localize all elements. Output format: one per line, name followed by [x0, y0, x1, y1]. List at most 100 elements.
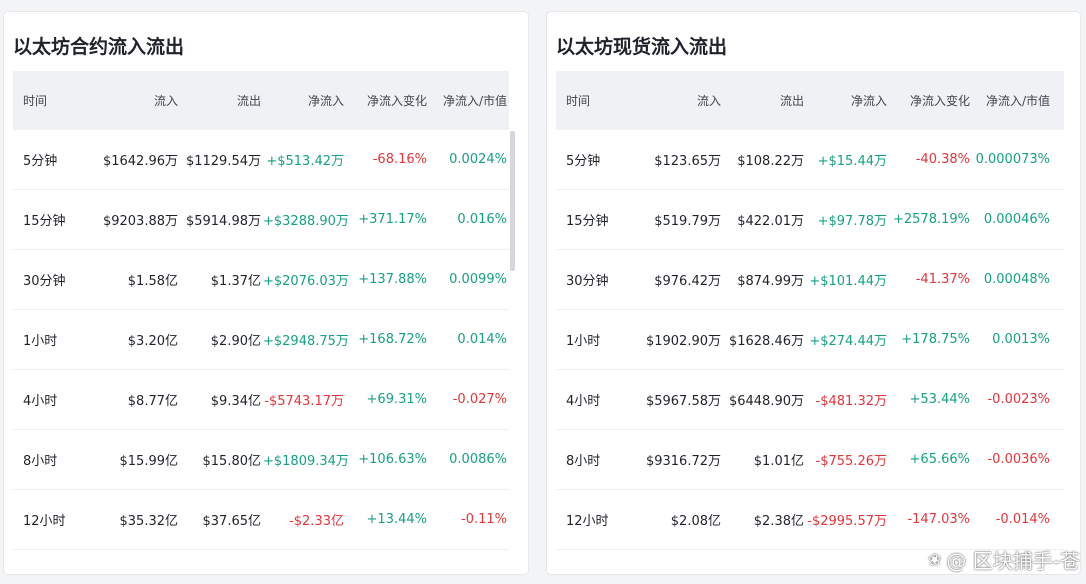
cell-net-ratio: 0.00048%: [983, 272, 1050, 287]
cell-inflow: $519.79万: [654, 214, 721, 229]
header-net-inflow[interactable]: 净流入: [806, 92, 889, 109]
cell-inflow: $9203.88万: [102, 214, 178, 229]
table-row: 5分钟 $123.65万 $108.22万 +$15.44万 -40.38% 0…: [556, 130, 1064, 190]
cell-inflow: $1.58亿: [127, 274, 178, 289]
cell-net-change: +106.63%: [358, 452, 427, 467]
cell-outflow: $9.34亿: [210, 394, 261, 409]
cell-inflow: $1902.90万: [645, 334, 721, 349]
cell-net-inflow: -$2995.57万: [807, 514, 887, 529]
cell-net-change: +137.88%: [358, 272, 427, 287]
cell-net-change: -68.16%: [372, 152, 427, 167]
cell-outflow: $2.90亿: [210, 334, 261, 349]
cell-time: 30分钟: [23, 274, 66, 289]
cell-outflow: $6448.90万: [728, 394, 804, 409]
cell-net-change: +53.44%: [909, 392, 970, 407]
cell-time: 15分钟: [566, 214, 609, 229]
cell-net-ratio: 0.016%: [457, 212, 507, 227]
cell-outflow: $422.01万: [737, 214, 804, 229]
spot-flow-table: 时间 流入 流出 净流入 净流入变化 净流入/市值 5分钟 $123.65万 $…: [556, 71, 1064, 550]
cell-outflow: $1.37亿: [210, 274, 261, 289]
table-row: 4小时 $8.77亿 $9.34亿 -$5743.17万 +69.31% -0.…: [13, 370, 509, 430]
cell-net-ratio: 0.014%: [457, 332, 507, 347]
cell-net-change: -147.03%: [907, 512, 970, 527]
cell-net-inflow: +$97.78万: [817, 214, 887, 229]
cell-net-inflow: -$2.33亿: [289, 514, 344, 529]
cell-net-ratio: 0.0099%: [449, 272, 507, 287]
cell-net-ratio: -0.11%: [461, 512, 507, 527]
cell-inflow: $3.20亿: [127, 334, 178, 349]
header-net-inflow[interactable]: 净流入: [263, 92, 346, 109]
table-row: 5分钟 $1642.96万 $1129.54万 +$513.42万 -68.16…: [13, 130, 509, 190]
cell-net-change: +168.72%: [358, 332, 427, 347]
header-time[interactable]: 时间: [13, 92, 98, 109]
header-outflow[interactable]: 流出: [180, 92, 263, 109]
cell-net-inflow: -$755.26万: [815, 454, 887, 469]
header-time[interactable]: 时间: [556, 92, 641, 109]
cell-net-change: +178.75%: [901, 332, 970, 347]
table-row: 8小时 $9316.72万 $1.01亿 -$755.26万 +65.66% -…: [556, 430, 1064, 490]
table-row: 4小时 $5967.58万 $6448.90万 -$481.32万 +53.44…: [556, 370, 1064, 430]
cell-net-change: +65.66%: [909, 452, 970, 467]
cell-time: 5分钟: [566, 154, 601, 169]
cell-net-inflow: +$513.42万: [266, 154, 344, 169]
cell-time: 8小时: [23, 454, 58, 469]
cell-net-inflow: -$5743.17万: [264, 394, 344, 409]
cell-time: 12小时: [566, 514, 609, 529]
cell-outflow: $37.65亿: [202, 514, 262, 529]
cell-outflow: $1129.54万: [185, 154, 261, 169]
cell-inflow: $2.08亿: [670, 514, 721, 529]
table-row: 1小时 $3.20亿 $2.90亿 +$2948.75万 +168.72% 0.…: [13, 310, 509, 370]
spot-flow-title: 以太坊现货流入流出: [556, 36, 728, 58]
header-inflow[interactable]: 流入: [98, 92, 180, 109]
cell-inflow: $35.32亿: [119, 514, 179, 529]
cell-inflow: $123.65万: [654, 154, 721, 169]
table-row: 1小时 $1902.90万 $1628.46万 +$274.44万 +178.7…: [556, 310, 1064, 370]
cell-net-ratio: -0.027%: [452, 392, 507, 407]
header-outflow[interactable]: 流出: [723, 92, 806, 109]
header-inflow[interactable]: 流入: [641, 92, 723, 109]
cell-outflow: $2.38亿: [753, 514, 804, 529]
cell-time: 4小时: [566, 394, 601, 409]
table-row: 15分钟 $9203.88万 $5914.98万 +$3288.90万 +371…: [13, 190, 509, 250]
header-net-ratio[interactable]: 净流入/市值: [429, 92, 509, 109]
cell-net-ratio: 0.000073%: [975, 152, 1050, 167]
contract-flow-panel: 以太坊合约流入流出 时间 流入 流出 净流入 净流入变化 净流入/市值 5分钟 …: [3, 11, 529, 575]
cell-net-inflow: +$2076.03万: [263, 274, 349, 289]
cell-inflow: $15.99亿: [119, 454, 179, 469]
cell-net-change: -41.37%: [915, 272, 970, 287]
table-row: 30分钟 $1.58亿 $1.37亿 +$2076.03万 +137.88% 0…: [13, 250, 509, 310]
cell-net-inflow: +$2948.75万: [263, 334, 349, 349]
cell-net-change: -40.38%: [915, 152, 970, 167]
cell-net-ratio: 0.00046%: [983, 212, 1050, 227]
cell-time: 1小时: [566, 334, 601, 349]
table-header: 时间 流入 流出 净流入 净流入变化 净流入/市值: [556, 71, 1064, 130]
header-net-change[interactable]: 净流入变化: [346, 92, 429, 109]
watermark: ❀ @ 区块捕手-苍: [928, 545, 1080, 574]
cell-outflow: $108.22万: [737, 154, 804, 169]
cell-net-inflow: +$274.44万: [809, 334, 887, 349]
table-row: 30分钟 $976.42万 $874.99万 +$101.44万 -41.37%…: [556, 250, 1064, 310]
cell-net-inflow: +$1809.34万: [263, 454, 349, 469]
cell-outflow: $5914.98万: [185, 214, 261, 229]
cell-net-change: +2578.19%: [892, 212, 970, 227]
table-row: 12小时 $35.32亿 $37.65亿 -$2.33亿 +13.44% -0.…: [13, 490, 509, 550]
cell-outflow: $874.99万: [737, 274, 804, 289]
cell-time: 1小时: [23, 334, 58, 349]
cell-inflow: $9316.72万: [645, 454, 721, 469]
cell-net-change: +13.44%: [366, 512, 427, 527]
cell-net-inflow: -$481.32万: [815, 394, 887, 409]
cell-time: 15分钟: [23, 214, 66, 229]
spot-flow-panel: 以太坊现货流入流出 时间 流入 流出 净流入 净流入变化 净流入/市值 5分钟 …: [546, 11, 1081, 575]
table-row: 15分钟 $519.79万 $422.01万 +$97.78万 +2578.19…: [556, 190, 1064, 250]
cell-net-ratio: 0.0024%: [449, 152, 507, 167]
cell-outflow: $1.01亿: [753, 454, 804, 469]
cell-outflow: $15.80亿: [202, 454, 262, 469]
cell-inflow: $1642.96万: [102, 154, 178, 169]
cell-outflow: $1628.46万: [728, 334, 804, 349]
wechat-channel-icon: ❀: [928, 550, 942, 569]
cell-net-ratio: 0.0086%: [449, 452, 507, 467]
table-scrollbar[interactable]: [510, 131, 515, 271]
header-net-ratio[interactable]: 净流入/市值: [972, 92, 1052, 109]
contract-flow-title: 以太坊合约流入流出: [13, 36, 185, 58]
header-net-change[interactable]: 净流入变化: [889, 92, 972, 109]
